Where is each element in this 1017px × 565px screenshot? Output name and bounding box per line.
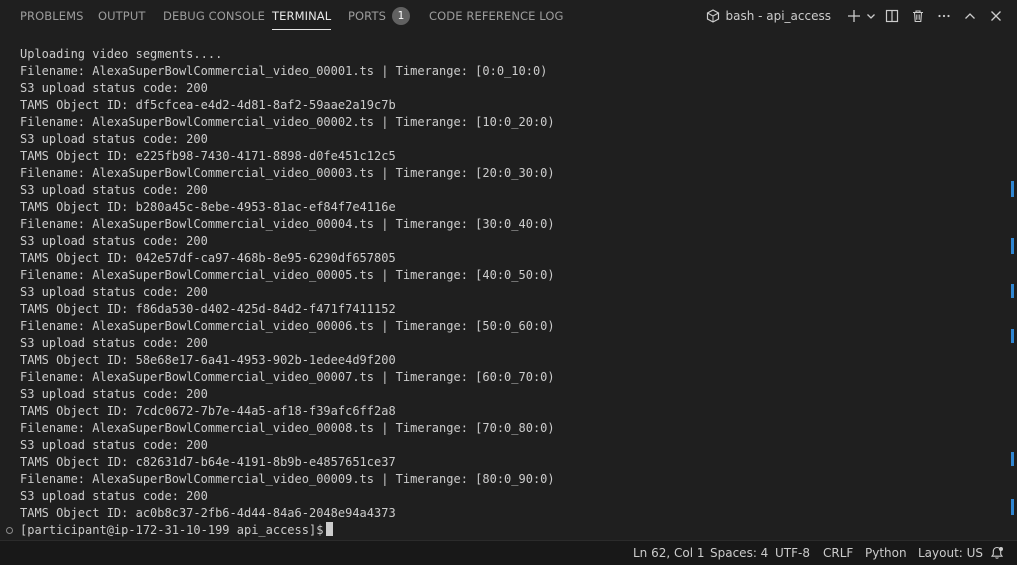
terminal-line: S3 upload status code: 200 [20,489,208,503]
trash-icon [913,10,923,23]
tab-label: DEBUG CONSOLE [163,9,266,23]
new-terminal-button[interactable] [843,6,865,26]
maximize-panel-button[interactable] [959,6,981,26]
terminal-line: TAMS Object ID: ac0b8c37-2fb6-4d44-84a6-… [20,506,396,520]
terminal-dropdown-button[interactable] [865,6,877,26]
terminal-line: TAMS Object ID: 58e68e17-6a41-4953-902b-… [20,353,396,367]
tab-ports[interactable]: PORTS 1 [348,0,410,32]
ellipsis-icon [938,14,950,18]
encoding-setting[interactable]: UTF-8 [775,541,810,565]
indentation-setting[interactable]: Spaces: 4 [710,541,768,565]
close-panel-button[interactable] [985,6,1007,26]
keyboard-layout[interactable]: Layout: US [918,541,983,565]
command-decoration-icon[interactable] [6,527,13,534]
tab-debug-console[interactable]: DEBUG CONSOLE [163,0,265,32]
tab-label: PROBLEMS [20,9,84,23]
terminal-line: TAMS Object ID: b280a45c-8ebe-4953-81ac-… [20,200,396,214]
scrollbar-marker [1011,284,1014,298]
chevron-down-icon [867,14,875,19]
scrollbar-marker [1011,329,1014,343]
bell-icon [990,546,1004,559]
terminal-line: Filename: AlexaSuperBowlCommercial_video… [20,472,555,486]
terminal-line: Filename: AlexaSuperBowlCommercial_video… [20,217,555,231]
terminal-line: TAMS Object ID: df5cfcea-e4d2-4d81-8af2-… [20,98,396,112]
terminal-name: bash - api_access [725,9,831,23]
active-tab-indicator [272,29,332,30]
terminal-line: Filename: AlexaSuperBowlCommercial_video… [20,166,555,180]
terminal-prompt-line: [participant@ip-172-31-10-199 api_access… [20,522,334,539]
terminal-line: Filename: AlexaSuperBowlCommercial_video… [20,421,555,435]
tab-label: OUTPUT [98,9,146,23]
terminal-line: Filename: AlexaSuperBowlCommercial_video… [20,115,555,129]
scrollbar-marker [1011,238,1014,254]
terminal-line: TAMS Object ID: c82631d7-b64e-4191-8b9b-… [20,455,396,469]
tab-label: PORTS [348,9,386,23]
terminal-output[interactable]: Uploading video segments.... Filename: Al… [0,44,1004,540]
tab-terminal[interactable]: TERMINAL [272,0,332,32]
terminal-line: S3 upload status code: 200 [20,438,208,452]
tab-label: CODE REFERENCE LOG [429,9,564,23]
cursor-position[interactable]: Ln 62, Col 1 [633,541,705,565]
terminal-line: S3 upload status code: 200 [20,285,208,299]
terminal-line: Filename: AlexaSuperBowlCommercial_video… [20,319,555,333]
more-actions-button[interactable] [933,6,955,26]
shell-prompt: [participant@ip-172-31-10-199 api_access… [20,523,324,537]
split-icon [885,9,899,23]
terminal-line: Uploading video segments.... [20,47,223,61]
terminal-selector[interactable]: bash - api_access [706,9,831,23]
panel-header: PROBLEMS OUTPUT DEBUG CONSOLE TERMINAL P… [0,0,1017,34]
terminal-line: TAMS Object ID: 7cdc0672-7b7e-44a5-af18-… [20,404,396,418]
terminal-line: TAMS Object ID: e225fb98-7430-4171-8898-… [20,149,396,163]
tab-problems[interactable]: PROBLEMS [20,0,84,32]
close-icon [991,11,1001,21]
terminal-cursor [326,522,334,536]
tab-output[interactable]: OUTPUT [98,0,145,32]
terminal-line: S3 upload status code: 200 [20,81,208,95]
split-terminal-button[interactable] [881,6,903,26]
scrollbar-marker [1011,181,1014,197]
terminal-line: TAMS Object ID: f86da530-d402-425d-84d2-… [20,302,396,316]
terminal-line: Filename: AlexaSuperBowlCommercial_video… [20,370,555,384]
chevron-up-icon [965,13,975,19]
terminal-line: Filename: AlexaSuperBowlCommercial_video… [20,268,555,282]
terminal-line: S3 upload status code: 200 [20,183,208,197]
language-mode[interactable]: Python [865,541,907,565]
scrollbar-marker [1011,499,1014,515]
plus-icon [848,10,860,22]
ports-count-badge: 1 [391,6,410,25]
status-bar: Ln 62, Col 1 Spaces: 4 UTF-8 CRLF Python… [0,540,1017,565]
terminal-line: S3 upload status code: 200 [20,132,208,146]
notifications-button[interactable] [990,546,1004,560]
terminal-icon [707,9,720,23]
terminal-line: S3 upload status code: 200 [20,387,208,401]
tab-code-reference-log[interactable]: CODE REFERENCE LOG [429,0,564,32]
terminal-line: Filename: AlexaSuperBowlCommercial_video… [20,64,548,78]
terminal-line: TAMS Object ID: 042e57df-ca97-468b-8e95-… [20,251,396,265]
eol-setting[interactable]: CRLF [823,541,853,565]
tab-label: TERMINAL [272,9,332,23]
terminal-toolbar: bash - api_access [706,6,1007,26]
scrollbar-marker [1011,452,1014,466]
terminal-scrollbar[interactable] [1005,44,1017,540]
kill-terminal-button[interactable] [907,6,929,26]
terminal-line: S3 upload status code: 200 [20,234,208,248]
terminal-line: S3 upload status code: 200 [20,336,208,350]
